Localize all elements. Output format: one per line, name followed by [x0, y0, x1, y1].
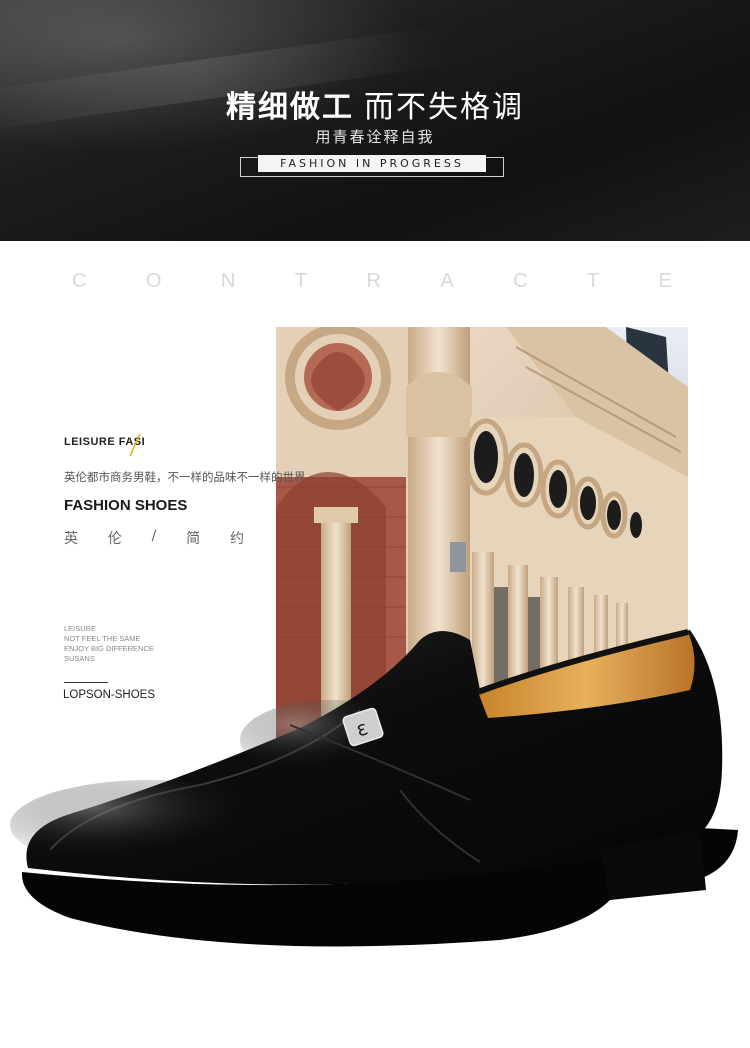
style-keyword: 伦: [107, 531, 122, 547]
style-keyword: 约: [229, 531, 244, 547]
watermark-letter: C: [72, 270, 87, 292]
banner-title: 精细做工 而不失格调: [0, 82, 750, 126]
shoe-image: ε: [10, 629, 738, 947]
style-keyword: 简: [186, 531, 201, 547]
watermark-letter: C: [513, 270, 528, 292]
style-keyword-separator: /: [151, 528, 157, 544]
watermark-letter: T: [587, 270, 600, 292]
banner-subtitle: 用青春诠释自我: [315, 128, 435, 146]
banner-title-light: 而不失格调: [364, 90, 524, 125]
watermark-letters: C O N T R A C T E: [72, 270, 672, 293]
hero-banner: 精细做工 而不失格调 用青春诠释自我 FASHION IN PROGRESS: [0, 0, 750, 241]
watermark-letter: N: [220, 270, 236, 292]
fashion-shoes-title: FASHION SHOES: [64, 497, 188, 514]
watermark-letter: T: [294, 270, 307, 292]
accent-slash-icon: [129, 433, 141, 457]
banner-tag: FASHION IN PROGRESS: [258, 155, 486, 172]
style-keywords: 英 伦 / 简 约: [64, 528, 244, 548]
watermark-letter: O: [145, 270, 162, 292]
product-description: 英伦都市商务男鞋，不一样的品味不一样的世界: [64, 470, 306, 484]
watermark-letter: R: [366, 270, 381, 292]
style-keyword: 英: [64, 531, 78, 547]
watermark-letter: E: [658, 270, 672, 292]
banner-title-bold: 精细做工: [226, 90, 354, 125]
watermark-letter: A: [440, 270, 454, 292]
